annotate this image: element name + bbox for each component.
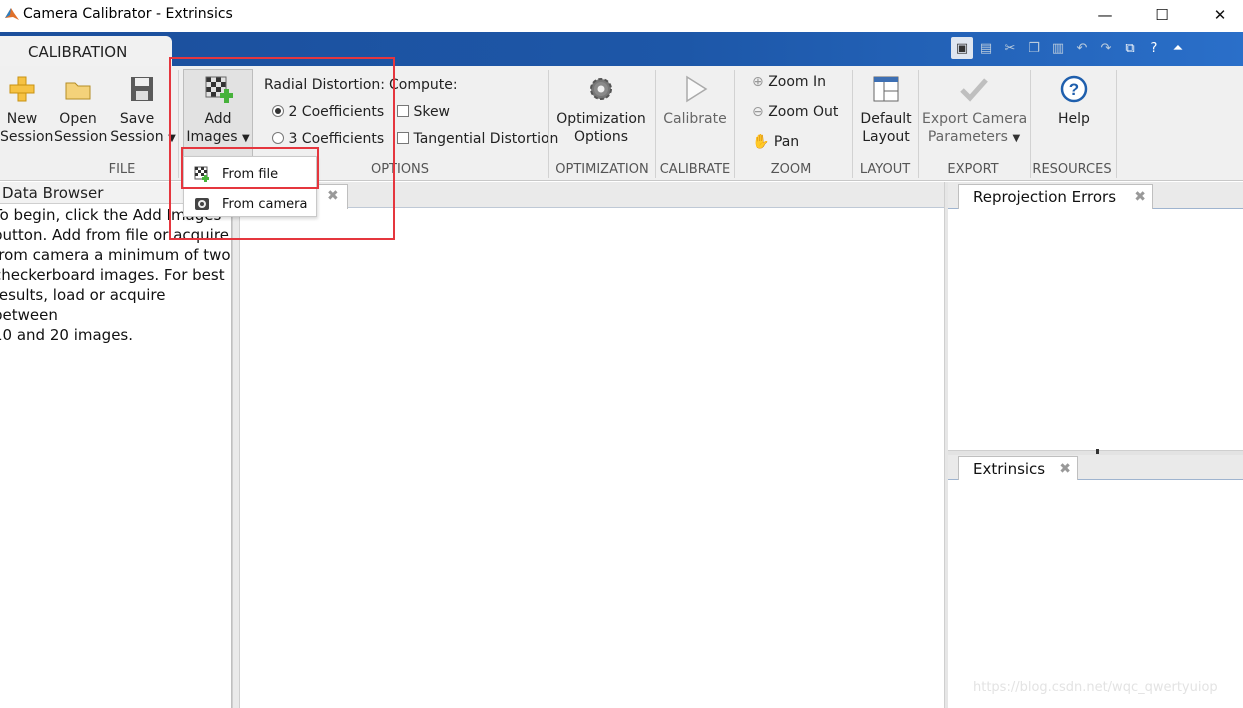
export-camera-parameters-button[interactable]: Export Camera Parameters ▼ [922, 74, 1027, 148]
checkbox-unchecked[interactable] [397, 132, 409, 144]
help-icon[interactable]: ? [1143, 37, 1165, 59]
zoom-out-icon: ⊖ [752, 104, 764, 120]
maximize-button[interactable]: ☐ [1139, 0, 1185, 30]
calibrate-button[interactable]: Calibrate [660, 74, 730, 128]
close-tab-icon[interactable]: ✖ [1059, 461, 1071, 477]
play-icon [686, 75, 708, 103]
section-label-resources: RESOURCES [1032, 162, 1112, 177]
reprojection-errors-panel [948, 182, 1243, 450]
section-label-layout: LAYOUT [859, 162, 911, 177]
extrinsics-panel [948, 455, 1243, 708]
image-document-area [240, 182, 944, 708]
save-session-button[interactable]: Save Session ▼ [110, 74, 176, 148]
annotation-highlight-from-file [181, 147, 319, 189]
minimize-button[interactable]: — [1082, 0, 1128, 30]
folder-icon [65, 82, 91, 100]
plus-icon [9, 76, 35, 102]
matlab-logo-icon [5, 8, 19, 20]
section-label-zoom: ZOOM [770, 162, 812, 177]
paste-icon[interactable]: ▥ [1047, 37, 1069, 59]
gear-icon [590, 78, 612, 100]
skew-checkbox[interactable]: Skew [397, 104, 450, 120]
watermark: https://blog.csdn.net/wqc_qwertyuiop [973, 680, 1218, 695]
tab-calibration[interactable]: CALIBRATION [0, 36, 172, 68]
default-layout-button[interactable]: Default Layout [856, 74, 916, 146]
section-label-file: FILE [108, 162, 136, 177]
close-window-button[interactable]: ✕ [1197, 0, 1243, 30]
section-label-optimization: OPTIMIZATION [555, 162, 649, 177]
checkbox-unchecked[interactable] [397, 105, 409, 117]
help-button[interactable]: ? Help [1040, 74, 1108, 128]
tab-extrinsics[interactable]: Extrinsics ✖ [958, 456, 1078, 480]
save-icon[interactable]: ▤ [975, 37, 997, 59]
dock-icon[interactable]: ▣ [951, 37, 973, 59]
compute-label: Compute: [389, 77, 458, 93]
svg-text:?: ? [1069, 80, 1079, 99]
chevron-down-icon: ▼ [1012, 133, 1021, 144]
switch-windows-icon[interactable]: ⧉ [1119, 37, 1141, 59]
undo-icon[interactable]: ↶ [1071, 37, 1093, 59]
collapse-ribbon-icon[interactable]: ⏶ [1167, 37, 1189, 59]
zoom-in-icon: ⊕ [752, 74, 764, 90]
section-label-export: EXPORT [947, 162, 999, 177]
window-title: Camera Calibrator - Extrinsics [23, 6, 233, 22]
zoom-in-button[interactable]: ⊕ Zoom In [752, 74, 826, 90]
checkmark-icon [960, 78, 988, 102]
question-icon: ? [1060, 75, 1088, 103]
tab-reprojection-errors[interactable]: Reprojection Errors ✖ [958, 184, 1153, 209]
splitter-grip [1096, 449, 1099, 454]
pan-button[interactable]: ✋ Pan [752, 134, 799, 150]
section-label-calibrate: CALIBRATE [659, 162, 731, 177]
new-session-button[interactable]: New Session [0, 74, 53, 146]
layout-grid-icon [873, 76, 899, 102]
cut-icon[interactable]: ✂ [999, 37, 1021, 59]
quick-access-toolbar: ▣ ▤ ✂ ❐ ▥ ↶ ↷ ⧉ ? ⏶ [951, 37, 1189, 61]
zoom-out-button[interactable]: ⊖ Zoom Out [752, 104, 838, 120]
open-session-button[interactable]: Open Session [54, 74, 107, 146]
copy-icon[interactable]: ❐ [1023, 37, 1045, 59]
redo-icon[interactable]: ↷ [1095, 37, 1117, 59]
tangential-distortion-checkbox[interactable]: Tangential Distortion [397, 131, 558, 147]
floppy-disk-icon [131, 77, 153, 101]
optimization-options-button[interactable]: Optimization Options [552, 74, 650, 146]
close-tab-icon[interactable]: ✖ [1134, 189, 1146, 205]
hand-icon: ✋ [752, 134, 770, 150]
left-splitter[interactable] [232, 182, 240, 708]
